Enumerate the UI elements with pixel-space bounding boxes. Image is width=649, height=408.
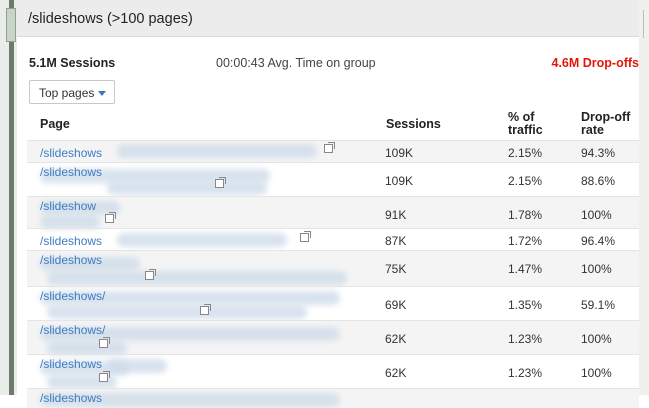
table-row[interactable]: /slideshows 109K 2.15% 94.3% [27, 140, 639, 162]
traffic-value: 2.15% [508, 174, 543, 188]
external-link-icon[interactable] [200, 304, 211, 315]
redacted-url-blur [117, 233, 287, 247]
sessions-value: 109K [385, 146, 414, 160]
external-link-icon[interactable] [99, 371, 110, 382]
drop-off-rate-value: 100% [581, 262, 612, 276]
sessions-summary: 5.1M Sessions [29, 56, 116, 70]
sessions-value: 62K [385, 366, 407, 380]
left-panel-bar [9, 0, 14, 395]
column-header-drop-off-rate: Drop-off rate [581, 110, 631, 137]
page-group-card: /slideshows (>100 pages) 5.1M Sessions 0… [17, 0, 640, 408]
sessions-value: 87K [385, 234, 407, 248]
external-link-icon[interactable] [99, 337, 110, 348]
table-row[interactable]: /slideshows 62K 1.23% 100% [27, 354, 639, 389]
traffic-value: 1.35% [508, 298, 543, 312]
column-header-page: Page [40, 117, 70, 131]
left-panel-handle[interactable] [6, 8, 16, 42]
external-link-icon[interactable] [215, 177, 226, 188]
page-link[interactable]: /slideshows/ [40, 289, 105, 303]
table-row[interactable]: /slideshow 91K 1.78% 100% [27, 196, 639, 229]
external-link-icon[interactable] [300, 231, 311, 242]
drop-off-rate-value: 100% [581, 332, 612, 346]
left-panel-strip [0, 0, 17, 395]
redacted-url-blur [47, 305, 307, 319]
redacted-url-blur [40, 215, 100, 229]
table-row[interactable]: /slideshows 109K 2.15% 88.6% [27, 162, 639, 196]
redacted-url-blur [107, 181, 267, 195]
drop-offs-summary: 4.6M Drop-offs [551, 56, 640, 70]
page-link[interactable]: /slideshows [40, 234, 102, 248]
redacted-url-blur [47, 341, 127, 355]
traffic-value: 1.78% [508, 208, 543, 222]
traffic-value: 1.23% [508, 366, 543, 380]
drop-off-rate-value: 96.4% [581, 234, 616, 248]
table-row[interactable]: /slideshows/69K 1.35% 59.1% [27, 286, 639, 320]
external-link-icon[interactable] [145, 269, 156, 280]
sessions-value: 75K [385, 262, 407, 276]
traffic-value: 2.15% [508, 146, 543, 160]
page-group-title: /slideshows (>100 pages) [28, 11, 193, 27]
caret-down-icon [98, 91, 106, 96]
drop-off-rate-value: 100% [581, 208, 612, 222]
page-link[interactable]: /slideshows [40, 165, 102, 179]
traffic-value: 1.47% [508, 262, 543, 276]
column-header-traffic: % of traffic [508, 110, 543, 137]
dropdown-label: Top pages [39, 86, 95, 100]
drop-off-rate-value: 94.3% [581, 146, 616, 160]
redacted-url-blur [117, 144, 317, 158]
table-row[interactable]: /slideshows 75K 1.47% 100% [27, 250, 639, 286]
sessions-value: 62K [385, 332, 407, 346]
drop-off-rate-value: 88.6% [581, 174, 616, 188]
external-link-icon[interactable] [105, 212, 116, 223]
external-link-icon[interactable] [324, 142, 335, 153]
traffic-value: 1.72% [508, 234, 543, 248]
drop-off-rate-value: 100% [581, 366, 612, 380]
right-edge-line [643, 10, 644, 38]
card-header: /slideshows (>100 pages) [17, 0, 639, 37]
top-pages-dropdown[interactable]: Top pages [29, 80, 115, 104]
column-header-sessions: Sessions [386, 117, 441, 131]
table-row[interactable]: /slideshows [27, 388, 639, 408]
page-link[interactable]: /slideshows/ [40, 323, 105, 337]
drop-off-rate-value: 59.1% [581, 298, 616, 312]
page-link[interactable]: /slideshows [40, 253, 102, 267]
redacted-url-blur [47, 271, 347, 285]
sessions-value: 91K [385, 208, 407, 222]
page-link[interactable]: /slideshow [40, 199, 96, 213]
page-link[interactable]: /slideshows [40, 391, 102, 405]
traffic-value: 1.23% [508, 332, 543, 346]
redacted-url-blur [107, 359, 167, 373]
table-row[interactable]: /slideshows/62K 1.23% 100% [27, 320, 639, 355]
sessions-value: 109K [385, 174, 414, 188]
avg-time-summary: 00:00:43 Avg. Time on group [216, 56, 376, 70]
sessions-value: 69K [385, 298, 407, 312]
page-link[interactable]: /slideshows [40, 146, 102, 160]
table-row[interactable]: /slideshows 87K 1.72% 96.4% [27, 228, 639, 250]
page-link[interactable]: /slideshows [40, 357, 102, 371]
right-edge [639, 0, 649, 395]
